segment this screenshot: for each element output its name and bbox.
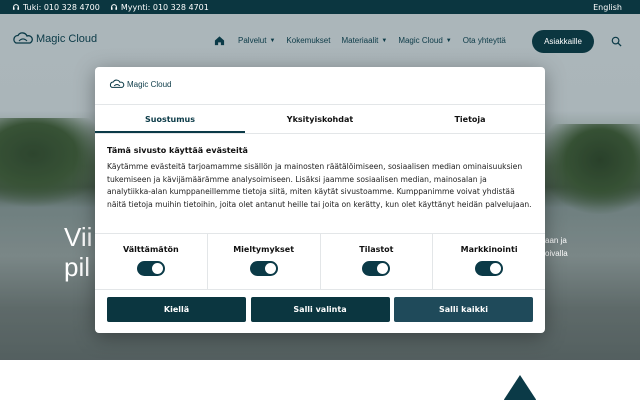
headset-icon: [12, 4, 20, 10]
cloud-logo-icon: [109, 79, 125, 88]
toggle-group-statistics: Tilastot: [321, 233, 434, 289]
consent-tabs: Suostumus Yksityiskohdat Tietoja: [95, 105, 545, 133]
cloud-logo-icon: [13, 32, 33, 44]
nav-item-contact[interactable]: Ota yhteyttä: [463, 36, 506, 45]
nav-item-label: Materiaalit: [341, 36, 379, 45]
main-nav: Magic Cloud Palvelut ▼ Kokemukset Materi…: [0, 24, 640, 60]
toggle-preferences[interactable]: [249, 261, 278, 276]
allow-selection-button[interactable]: Salli valinta: [250, 297, 390, 322]
toggle-label: Markkinointi: [460, 245, 518, 254]
support-phone[interactable]: Tuki: 010 328 4700: [12, 3, 100, 12]
hero-title-line1: Vii: [64, 222, 93, 252]
language-switch[interactable]: English: [593, 3, 622, 12]
toggle-necessary[interactable]: [136, 261, 165, 276]
toggle-group-necessary: Välttämätön: [95, 233, 208, 289]
cookie-consent-dialog: Magic Cloud Suostumus Yksityiskohdat Tie…: [95, 67, 545, 333]
nav-item-magic-cloud[interactable]: Magic Cloud ▼: [398, 36, 451, 45]
tab-suostumus[interactable]: Suostumus: [95, 105, 245, 133]
sales-phone-label: Myynti: 010 328 4701: [120, 2, 209, 12]
support-phone-label: Tuki: 010 328 4700: [23, 2, 100, 12]
toggle-knob: [377, 263, 389, 274]
toggle-statistics[interactable]: [362, 261, 391, 276]
site-logo[interactable]: Magic Cloud: [12, 32, 97, 46]
home-icon[interactable]: [214, 35, 225, 46]
toggle-label: Mieltymykset: [233, 245, 295, 254]
customer-button[interactable]: Asiakkaille: [532, 30, 594, 53]
nav-item-kokemukset[interactable]: Kokemukset: [286, 36, 330, 45]
chevron-down-icon: ▼: [269, 37, 276, 44]
hero-side-line1: aan ja: [545, 236, 567, 245]
divider: [95, 133, 545, 134]
sales-phone[interactable]: Myynti: 010 328 4701: [110, 3, 209, 12]
site-logo-text: Magic Cloud: [36, 33, 98, 45]
nav-item-materiaalit[interactable]: Materiaalit ▼: [341, 36, 387, 45]
consent-actions: Kiellä Salli valinta Salli kaikki: [107, 297, 533, 322]
tab-yksityiskohdat[interactable]: Yksityiskohdat: [245, 105, 395, 133]
content-area: [0, 360, 640, 400]
toggle-knob: [490, 263, 502, 274]
nav-item-label: Palvelut: [238, 36, 267, 45]
nav-item-palvelut[interactable]: Palvelut ▼: [238, 36, 275, 45]
search-icon[interactable]: [611, 36, 622, 47]
divider: [95, 289, 545, 290]
nav-item-label: Magic Cloud: [398, 36, 443, 45]
toggle-knob: [151, 263, 163, 274]
consent-body-text: Käytämme evästeitä tarjoamamme sisällön …: [107, 162, 532, 209]
top-bar: Tuki: 010 328 4700 Myynti: 010 328 4701 …: [0, 0, 640, 14]
hero-title: Vii pil: [64, 222, 92, 282]
tab-tietoja[interactable]: Tietoja: [395, 105, 545, 133]
nav-item-label: Kokemukset: [286, 36, 331, 45]
consent-toggles: Välttämätön Mieltymykset Tilastot Markki…: [95, 233, 545, 289]
toggle-group-marketing: Markkinointi: [433, 233, 545, 289]
dialog-logo: Magic Cloud: [109, 79, 171, 90]
hero-title-line2: pil: [64, 252, 91, 282]
decorative-shape: [503, 375, 537, 400]
toggle-group-preferences: Mieltymykset: [208, 233, 321, 289]
nav-menu: Palvelut ▼ Kokemukset Materiaalit ▼ Magi…: [238, 36, 517, 45]
toggle-marketing[interactable]: [475, 261, 504, 276]
allow-all-button[interactable]: Salli kaikki: [394, 297, 533, 322]
hero-side-text: aan ja oivalla: [545, 234, 568, 260]
toggle-label: Välttämätön: [123, 245, 179, 254]
dialog-logo-text: Magic Cloud: [127, 80, 172, 89]
toggle-knob: [264, 263, 276, 274]
consent-heading: Tämä sivusto käyttää evästeitä: [107, 146, 248, 155]
nav-item-label: Ota yhteyttä: [462, 36, 506, 45]
toggle-label: Tilastot: [359, 245, 394, 254]
hero-side-line2: oivalla: [545, 249, 568, 258]
deny-button[interactable]: Kiellä: [107, 297, 246, 322]
chevron-down-icon: ▼: [445, 37, 452, 44]
headset-icon: [110, 4, 117, 10]
chevron-down-icon: ▼: [381, 37, 388, 44]
